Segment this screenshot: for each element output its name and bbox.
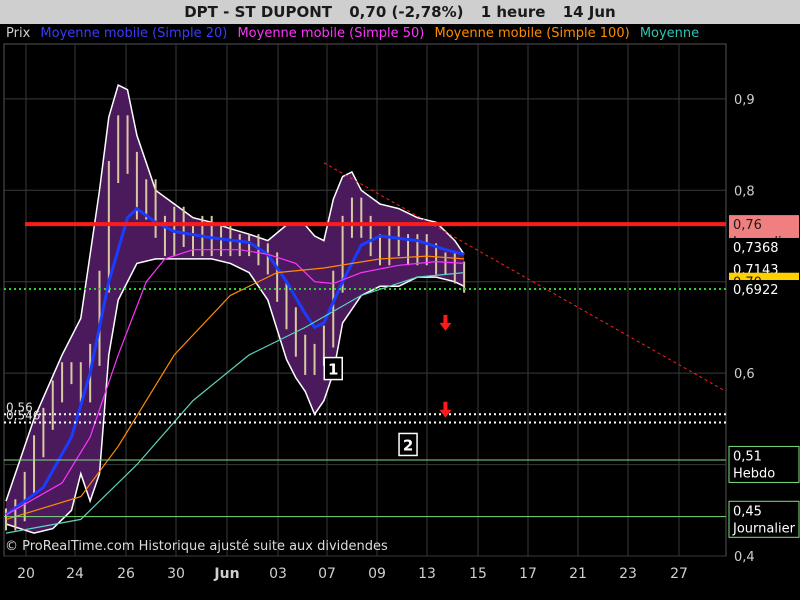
chart-root: DPT - ST DUPONT 0,70 (-2,78%) 1 heure 14…	[0, 0, 800, 600]
annotation-label: 2	[403, 436, 413, 454]
x-tick-label: 21	[569, 566, 587, 582]
y-tick-label: 0,4	[734, 550, 755, 565]
x-tick-label: 13	[418, 566, 436, 582]
price-tag: 0,7368	[729, 237, 799, 256]
y-tick-label: 0,9	[734, 93, 755, 108]
price-chart: 0,90,80,60,420 24 26 30 Jun 03 07 09 13 15 17 21 23 2…	[3, 43, 800, 582]
copyright-notice: © ProRealTime.com Historique ajusté suit…	[5, 539, 388, 554]
x-tick-label: 03	[269, 566, 287, 582]
price-tag: 0,45 Journalier	[728, 500, 800, 538]
annotation-box: 1	[323, 356, 343, 381]
x-tick-label: Jun	[213, 566, 239, 582]
dotted-level-label: 0,546	[6, 409, 40, 423]
x-tick-label: 26	[117, 566, 135, 582]
x-tick-label: 20	[17, 566, 35, 582]
price-tag-value: 0,76	[733, 218, 762, 233]
down-arrow-icon	[439, 401, 452, 418]
down-arrow-icon	[439, 314, 452, 331]
price-tag: 0,51 Hebdo	[728, 445, 800, 483]
x-tick-label: 17	[519, 566, 537, 582]
x-tick-label: 07	[318, 566, 336, 582]
price-tag-value: 0,45	[733, 504, 762, 519]
price-tag-subtitle: Hebdo	[733, 466, 775, 481]
y-tick-label: 0,6	[734, 367, 755, 382]
price-tag: 0,6922	[729, 280, 799, 298]
x-tick-label: 23	[619, 566, 637, 582]
y-tick-label: 0,8	[734, 184, 755, 199]
price-tag-value: 0,7368	[733, 241, 779, 256]
x-tick-label: 24	[66, 566, 84, 582]
x-tick-label: 15	[469, 566, 487, 582]
price-tag-value: 0,51	[733, 449, 762, 464]
x-tick-label: 30	[167, 566, 185, 582]
x-tick-label: 09	[368, 566, 386, 582]
price-tag-value: 0,6922	[733, 283, 779, 298]
annotation-label: 1	[328, 361, 338, 379]
annotation-box: 2	[398, 432, 418, 457]
price-tag-subtitle: Journalier	[732, 521, 796, 536]
x-tick-label: 27	[670, 566, 688, 582]
